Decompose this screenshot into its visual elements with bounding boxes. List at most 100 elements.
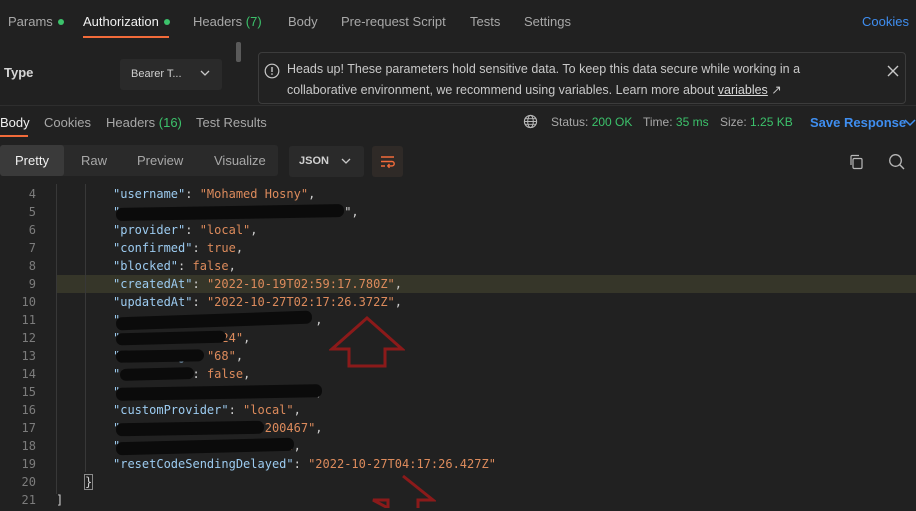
json-value: "2022-10-27T02:17:26.372Z" [206, 295, 395, 309]
json-value: "local" [199, 223, 251, 237]
line-number: 17 [21, 421, 36, 435]
response-status: Status: 200 OK [551, 115, 632, 129]
close-icon[interactable] [886, 64, 900, 81]
cookies-link[interactable]: Cookies [862, 14, 909, 29]
response-tab-headers-label: Headers [106, 115, 156, 130]
size-label: Size: [720, 115, 747, 129]
globe-icon[interactable] [523, 114, 538, 132]
json-key: "createdAt" [113, 277, 193, 291]
view-preview-button[interactable]: Preview [137, 153, 183, 168]
tab-headers-label: Headers [193, 14, 243, 29]
json-line: "username": "Mohamed Hosny", [113, 187, 316, 201]
annotation-arrow-up-icon [370, 474, 438, 511]
line-number: 7 [28, 241, 36, 255]
auth-type-label: Type [4, 65, 34, 80]
view-pretty-label[interactable]: Pretty [15, 153, 49, 168]
response-active-tab-underline [0, 135, 28, 137]
json-key: "confirmed" [113, 241, 193, 255]
line-number: 12 [21, 331, 36, 345]
json-key: "blocked" [113, 259, 179, 273]
line-number: 18 [21, 439, 36, 453]
response-tab-body[interactable]: Body [0, 115, 30, 130]
json-line: "provider": "local", [113, 223, 258, 237]
wrap-lines-button[interactable] [372, 146, 403, 177]
tab-tests[interactable]: Tests [470, 14, 500, 29]
json-line: "updatedAt": "2022-10-27T02:17:26.372Z", [113, 295, 403, 309]
tab-headers[interactable]: Headers (7) [193, 14, 262, 29]
json-value: "2022-10-19T02:59:17.780Z" [206, 277, 395, 291]
response-tab-headers[interactable]: Headers (16) [106, 115, 182, 130]
status-label: Status: [551, 115, 589, 129]
active-tab-underline [83, 36, 169, 38]
chevron-down-icon[interactable] [904, 116, 916, 131]
info-icon [264, 63, 280, 82]
view-raw-button[interactable]: Raw [81, 153, 107, 168]
line-number: 16 [21, 403, 36, 417]
view-visualize-button[interactable]: Visualize [214, 153, 266, 168]
line-number: 11 [21, 313, 36, 327]
status-value: 200 OK [591, 115, 633, 129]
line-number: 13 [21, 349, 36, 363]
tab-authorization[interactable]: Authorization [83, 14, 170, 29]
json-value: "Mohamed Hosny" [199, 187, 309, 201]
json-value: true [206, 241, 236, 255]
closing-brace: } [83, 474, 94, 490]
tab-headers-count: (7) [245, 14, 262, 29]
save-response-label: Save Response [810, 115, 907, 130]
indent-guide [85, 184, 86, 472]
tab-pre-request-script[interactable]: Pre-request Script [341, 14, 446, 29]
json-line: "blocked": false, [113, 259, 236, 273]
auth-type-value: Bearer T... [131, 68, 182, 80]
line-number: 8 [28, 259, 36, 273]
variables-link[interactable]: variables [718, 83, 768, 97]
alert-text-line1: Heads up! These parameters hold sensitiv… [287, 62, 801, 76]
chevron-down-icon [341, 155, 351, 170]
response-tab-cookies[interactable]: Cookies [44, 115, 91, 130]
response-time: Time: 35 ms [643, 115, 709, 129]
indent-guide [56, 184, 57, 494]
json-value: "200467" [257, 421, 316, 435]
time-value: 35 ms [675, 115, 709, 129]
external-link-icon: ↗ [771, 83, 782, 97]
json-key: "updatedAt" [113, 295, 193, 309]
json-line: "resetCodeSendingDelayed": "2022-10-27T0… [113, 457, 496, 471]
json-value: "68" [206, 349, 236, 363]
line-number: 4 [28, 187, 36, 201]
search-icon[interactable] [888, 153, 905, 173]
json-value: "2022-10-27T04:17:26.427Z" [308, 457, 496, 471]
auth-panel-scrollbar[interactable] [236, 42, 241, 62]
response-tab-headers-count: (16) [158, 115, 182, 130]
line-number: 9 [28, 277, 36, 291]
json-key: "resetCodeSendingDelayed" [113, 457, 294, 471]
wrap-lines-icon [379, 153, 396, 173]
line-number: 20 [21, 475, 36, 489]
tab-body[interactable]: Body [288, 14, 318, 29]
line-number: 19 [21, 457, 36, 471]
tab-params[interactable]: Params [8, 14, 64, 29]
json-line: "confirmed": true, [113, 241, 244, 255]
authorization-indicator-dot [163, 18, 170, 25]
json-value: false [192, 259, 229, 273]
chevron-down-icon [200, 67, 210, 82]
copy-icon[interactable] [849, 154, 864, 173]
annotation-arrow-up-icon [328, 315, 406, 371]
response-size: Size: 1.25 KB [720, 115, 793, 129]
alert-text-line2: collaborative environment, we recommend … [287, 82, 782, 97]
line-number: 15 [21, 385, 36, 399]
tab-settings[interactable]: Settings [524, 14, 571, 29]
tab-authorization-label: Authorization [83, 14, 159, 29]
auth-type-select[interactable]: Bearer T... [120, 59, 222, 90]
sensitive-data-alert: Heads up! These parameters hold sensitiv… [258, 52, 906, 104]
json-key: "provider" [113, 223, 186, 237]
line-number: 14 [21, 367, 36, 381]
line-number: 6 [28, 223, 36, 237]
redaction-scribble [119, 367, 195, 381]
json-value: false [206, 367, 244, 381]
json-key: "username" [113, 187, 186, 201]
params-indicator-dot [57, 18, 64, 25]
size-value: 1.25 KB [750, 115, 793, 129]
alert-text-line2-prefix: collaborative environment, we recommend … [287, 83, 718, 97]
format-select[interactable]: JSON [289, 146, 364, 177]
response-tab-test-results[interactable]: Test Results [196, 115, 267, 130]
save-response-button[interactable]: Save Response [810, 115, 906, 130]
